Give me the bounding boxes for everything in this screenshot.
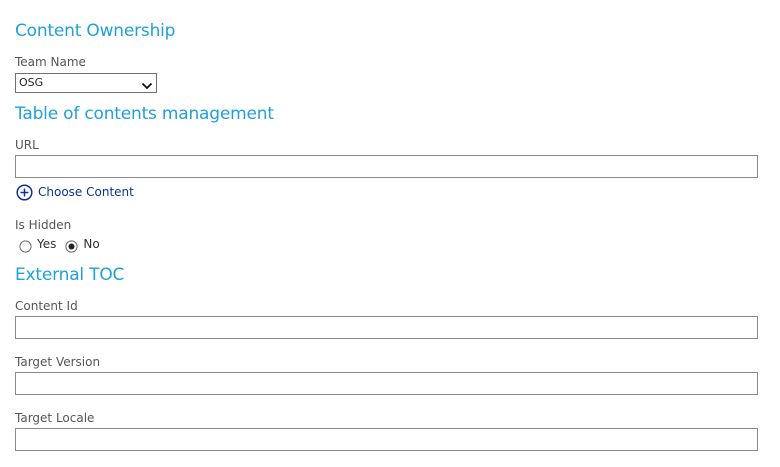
yes-label: Yes: [37, 237, 57, 251]
target-version-label: Target Version: [15, 355, 101, 369]
target-version-input[interactable]: [15, 372, 758, 395]
team-name-select[interactable]: OSG: [15, 73, 157, 93]
toc-management-heading: Table of contents management: [15, 104, 274, 124]
is-hidden-no-radio[interactable]: No: [65, 236, 100, 253]
content-id-input[interactable]: [15, 316, 758, 339]
external-toc-heading: External TOC: [15, 265, 125, 285]
url-label: URL: [15, 138, 39, 152]
url-input[interactable]: [15, 155, 758, 178]
team-name-label: Team Name: [15, 55, 86, 69]
no-label: No: [83, 237, 100, 251]
choose-content-link[interactable]: Choose Content: [16, 183, 134, 201]
target-locale-input[interactable]: [15, 428, 758, 451]
radio-unchecked-icon: [19, 238, 32, 253]
is-hidden-radio-group: Yes No: [19, 236, 100, 253]
team-name-selected-value: OSG: [19, 76, 44, 89]
target-locale-label: Target Locale: [15, 411, 95, 425]
plus-circle-icon: [16, 183, 33, 201]
is-hidden-yes-radio[interactable]: Yes: [19, 236, 57, 253]
is-hidden-label: Is Hidden: [15, 218, 72, 232]
radio-checked-icon: [65, 238, 78, 253]
content-id-label: Content Id: [15, 299, 78, 313]
chevron-down-icon: [141, 77, 153, 90]
content-ownership-heading: Content Ownership: [15, 21, 176, 41]
choose-content-label: Choose Content: [38, 185, 134, 199]
